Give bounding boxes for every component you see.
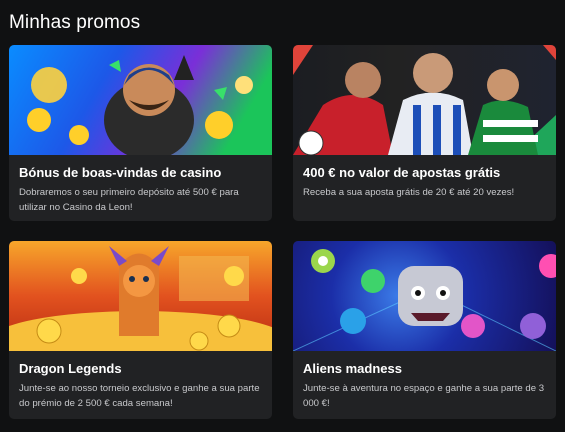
casino-art-icon — [27, 55, 253, 155]
promo-card-free-bets[interactable]: 400 € no valor de apostas grátis Receba … — [293, 45, 556, 221]
promo-description: Dobraremos o seu primeiro depósito até 5… — [19, 187, 239, 213]
promo-description: Receba a sua aposta grátis de 20 € até 2… — [303, 187, 515, 198]
promo-title: Dragon Legends — [19, 361, 122, 376]
promo-card-casino-welcome[interactable]: Bónus de boas-vindas de casino Dobraremo… — [9, 45, 272, 221]
promo-card-aliens-madness[interactable]: Aliens madness Junte-se à aventura no es… — [293, 241, 556, 419]
promos-page: Minhas promos Bónus de boas-vindas de ca… — [0, 0, 565, 432]
promo-title: Aliens madness — [303, 361, 402, 376]
dragon-gold-coins-illustration — [9, 241, 272, 351]
aliens-space-illustration — [293, 241, 556, 351]
aliens-art-icon — [293, 249, 556, 351]
promo-title: Bónus de boas-vindas de casino — [19, 165, 222, 180]
page-title: Minhas promos — [9, 12, 141, 33]
football-players-illustration — [293, 45, 556, 155]
dragon-art-icon — [9, 246, 272, 351]
promo-card-dragon-legends[interactable]: Dragon Legends Junte-se ao nosso torneio… — [9, 241, 272, 419]
promo-title: 400 € no valor de apostas grátis — [303, 165, 501, 180]
promo-description: Junte-se à aventura no espaço e ganhe a … — [303, 383, 545, 409]
football-art-icon — [293, 45, 556, 155]
casino-character-illustration — [9, 45, 272, 155]
promo-description: Junte-se ao nosso torneio exclusivo e ga… — [19, 383, 260, 409]
